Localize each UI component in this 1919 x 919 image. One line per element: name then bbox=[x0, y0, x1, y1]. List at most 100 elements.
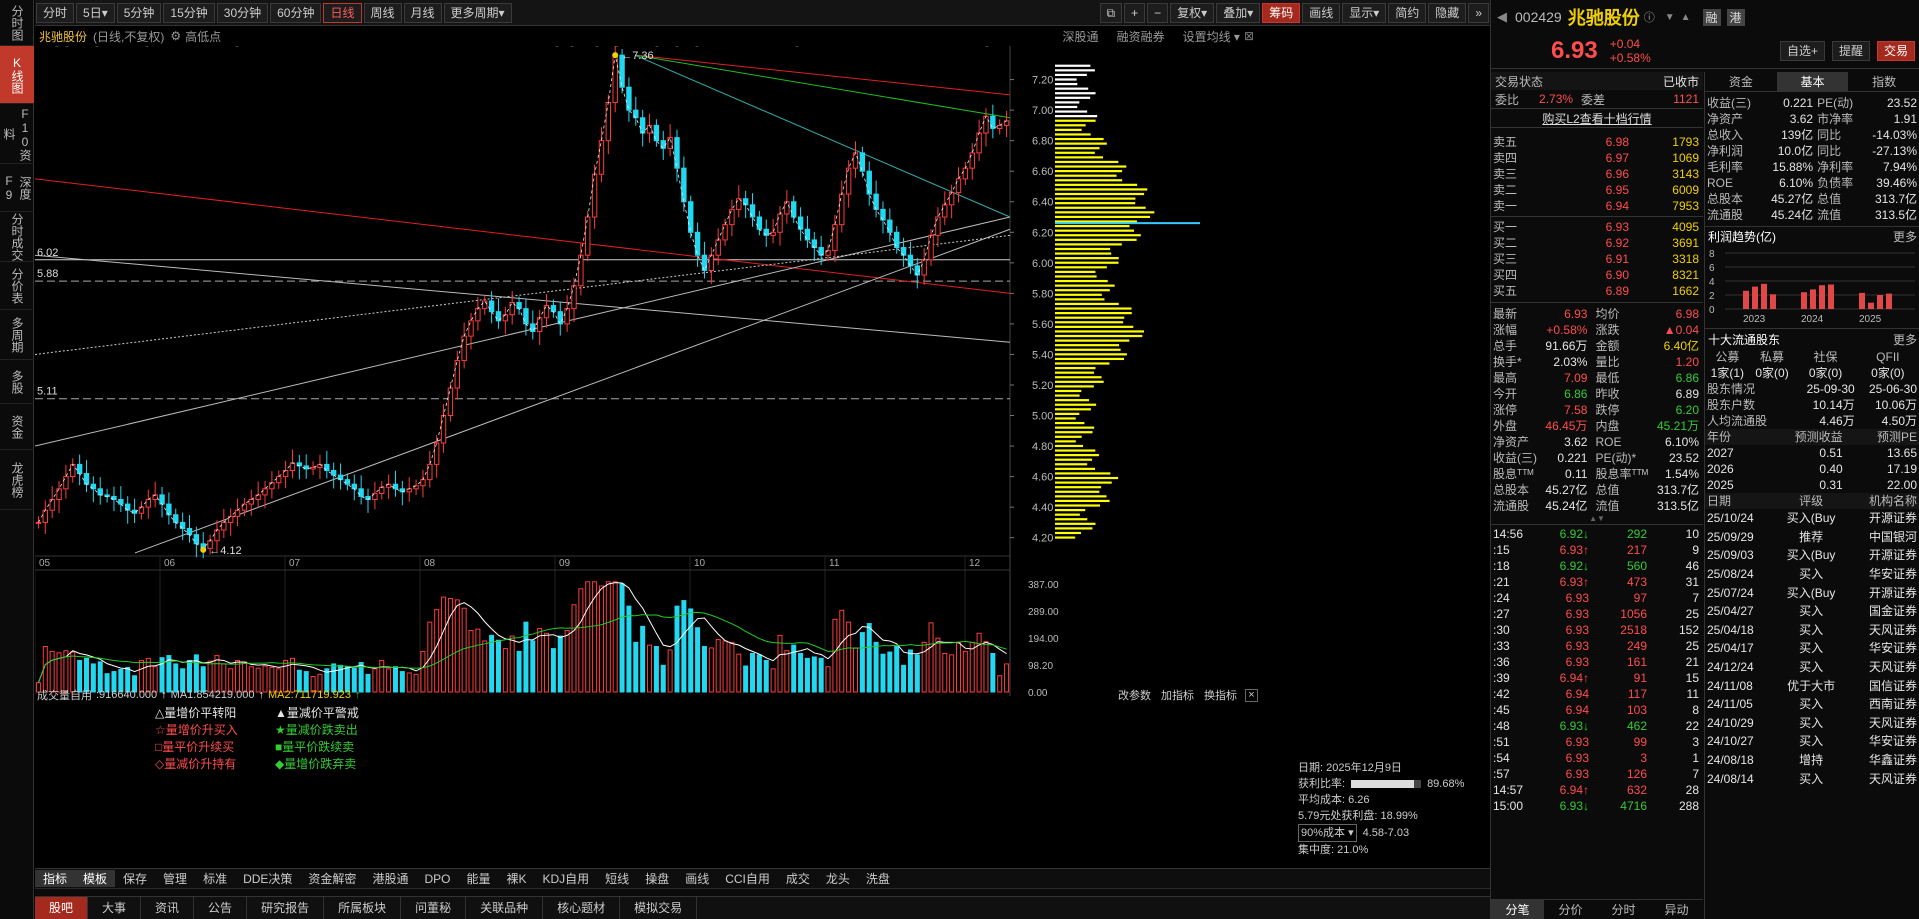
trend-line[interactable] bbox=[134, 228, 1011, 554]
asks-row[interactable]: 卖三 6.96 3143 bbox=[1491, 166, 1701, 182]
tick-tab-3[interactable]: 异动 bbox=[1650, 900, 1703, 919]
left-nav-item-8[interactable]: 资金 bbox=[0, 404, 34, 450]
tool-button-5[interactable]: 筹码 bbox=[1262, 2, 1301, 23]
rating-row[interactable]: 24/08/14 买入 天风证券 bbox=[1705, 769, 1919, 788]
asks-row[interactable]: 卖五 6.98 1793 bbox=[1491, 134, 1701, 150]
indicator-tab-13[interactable]: 操盘 bbox=[637, 870, 677, 887]
trade-button[interactable]: 交易 bbox=[1876, 41, 1915, 61]
news-tab-8[interactable]: 核心题材 bbox=[543, 896, 621, 919]
rating-row[interactable]: 25/08/24 买入 华安证券 bbox=[1705, 565, 1919, 584]
indicator-tab-17[interactable]: 龙头 bbox=[818, 870, 858, 887]
trend-line[interactable] bbox=[35, 178, 1011, 294]
indicator-tab-2[interactable]: 保存 bbox=[115, 870, 155, 887]
volume-indicator-name[interactable]: 成交量自用 bbox=[37, 687, 92, 703]
rating-row[interactable]: 25/04/18 买入 天风证券 bbox=[1705, 621, 1919, 640]
bids-row[interactable]: 买四 6.90 8321 bbox=[1491, 267, 1701, 283]
rating-row[interactable]: 24/10/27 买入 华安证券 bbox=[1705, 732, 1919, 751]
indicator-tab-3[interactable]: 管理 bbox=[155, 870, 195, 887]
rating-row[interactable]: 25/07/24 买入(Buy 开源证券 bbox=[1705, 583, 1919, 602]
period-button-0[interactable]: 分时 bbox=[36, 2, 75, 23]
tool-button-6[interactable]: 画线 bbox=[1302, 2, 1341, 23]
rating-row[interactable]: 25/09/03 买入(Buy 开源证券 bbox=[1705, 546, 1919, 565]
period-button-3[interactable]: 15分钟 bbox=[163, 2, 215, 23]
tick-tab-1[interactable]: 分价 bbox=[1544, 900, 1597, 919]
indicator-tab-0[interactable]: 指标 bbox=[35, 870, 76, 887]
indicator-tab-9[interactable]: 能量 bbox=[458, 870, 498, 887]
period-button-9[interactable]: 更多周期▾ bbox=[443, 2, 512, 23]
tool-button-7[interactable]: 显示▾ bbox=[1342, 2, 1387, 23]
bids-row[interactable]: 买五 6.89 1662 bbox=[1491, 283, 1701, 299]
rating-row[interactable]: 24/10/29 买入 天风证券 bbox=[1705, 714, 1919, 733]
collapse-left-icon[interactable]: ◀ bbox=[1497, 9, 1507, 25]
asks-row[interactable]: 卖四 6.97 1069 bbox=[1491, 150, 1701, 166]
bids-row[interactable]: 买二 6.92 3691 bbox=[1491, 235, 1701, 251]
news-tab-7[interactable]: 关联品种 bbox=[466, 896, 544, 919]
alert-button[interactable]: 提醒 bbox=[1831, 41, 1870, 61]
switch-indicator-button[interactable]: 换指标 bbox=[1204, 687, 1237, 703]
left-nav-item-6[interactable]: 多周期 bbox=[0, 310, 34, 360]
link-margin[interactable]: 融资融券 bbox=[1117, 28, 1165, 45]
rating-row[interactable]: 24/11/05 买入 西南证券 bbox=[1705, 695, 1919, 714]
trend-line[interactable] bbox=[634, 54, 1011, 96]
indicator-tab-5[interactable]: DDE决策 bbox=[235, 870, 300, 887]
period-button-2[interactable]: 5分钟 bbox=[116, 2, 162, 23]
rating-row[interactable]: 25/09/29 推荐 中国银河 bbox=[1705, 528, 1919, 547]
indicator-tab-15[interactable]: CCI自用 bbox=[717, 870, 778, 887]
next-stock-icon[interactable]: ▲ bbox=[1681, 12, 1691, 23]
news-tab-5[interactable]: 所属板块 bbox=[324, 896, 402, 919]
ma-settings[interactable]: 设置均线 ▾ bbox=[1183, 28, 1240, 45]
chart-mode[interactable]: (日线,不复权) bbox=[93, 28, 164, 45]
bids-row[interactable]: 买一 6.93 4095 bbox=[1491, 219, 1701, 235]
period-button-8[interactable]: 月线 bbox=[403, 2, 442, 23]
tool-button-2[interactable]: − bbox=[1147, 2, 1169, 23]
tool-button-10[interactable]: » bbox=[1468, 2, 1489, 23]
news-tab-0[interactable]: 股吧 bbox=[35, 896, 89, 919]
add-watchlist-button[interactable]: 自选+ bbox=[1779, 41, 1825, 61]
edit-params-button[interactable]: 改参数 bbox=[1118, 687, 1151, 703]
left-nav-item-1[interactable]: K线图 bbox=[0, 46, 34, 104]
settings-gear-icon[interactable]: ⚙ bbox=[170, 29, 181, 43]
indicator-tab-14[interactable]: 画线 bbox=[677, 870, 717, 887]
fund-tab-0[interactable]: 资金 bbox=[1705, 72, 1777, 92]
indicator-tab-1[interactable]: 模板 bbox=[75, 870, 116, 887]
indicator-tab-18[interactable]: 洗盘 bbox=[858, 870, 898, 887]
bids-row[interactable]: 买三 6.91 3318 bbox=[1491, 251, 1701, 267]
news-tab-4[interactable]: 研究报告 bbox=[247, 896, 325, 919]
indicator-tab-11[interactable]: KDJ自用 bbox=[535, 870, 598, 887]
rating-row[interactable]: 25/04/27 买入 国金证券 bbox=[1705, 602, 1919, 621]
tool-button-8[interactable]: 简约 bbox=[1388, 2, 1427, 23]
link-hk-connect[interactable]: 深股通 bbox=[1063, 28, 1099, 45]
indicator-tab-4[interactable]: 标准 bbox=[195, 870, 235, 887]
period-button-1[interactable]: 5日▾ bbox=[76, 2, 115, 23]
tool-button-9[interactable]: 隐藏 bbox=[1428, 2, 1467, 23]
left-nav-item-9[interactable]: 龙虎榜 bbox=[0, 450, 34, 510]
left-nav-item-5[interactable]: 分价表 bbox=[0, 262, 34, 310]
left-nav-item-4[interactable]: 分时成交 bbox=[0, 212, 34, 262]
rating-row[interactable]: 25/04/17 买入 华安证券 bbox=[1705, 639, 1919, 658]
tool-button-1[interactable]: + bbox=[1124, 2, 1146, 23]
news-tab-9[interactable]: 模拟交易 bbox=[620, 896, 698, 919]
news-tab-1[interactable]: 大事 bbox=[88, 896, 142, 919]
rating-row[interactable]: 24/08/18 增持 华鑫证券 bbox=[1705, 751, 1919, 770]
collapse-x-icon[interactable]: ⊠ bbox=[1244, 29, 1254, 43]
indicator-tab-8[interactable]: DPO bbox=[416, 872, 458, 886]
add-indicator-button[interactable]: 加指标 bbox=[1161, 687, 1194, 703]
holders-more-link[interactable]: 更多 bbox=[1893, 331, 1917, 348]
kline-chart[interactable]: 7.20 7.00 6.80 6.60 6.40 6.20 6.00 5.80 5.60 5.40… bbox=[35, 46, 1455, 868]
news-tab-3[interactable]: 公告 bbox=[194, 896, 248, 919]
asks-row[interactable]: 卖一 6.94 7953 bbox=[1491, 198, 1701, 214]
news-tab-2[interactable]: 资讯 bbox=[141, 896, 195, 919]
news-tab-6[interactable]: 问董秘 bbox=[401, 896, 467, 919]
tick-tab-2[interactable]: 分时 bbox=[1597, 900, 1650, 919]
trend-line[interactable] bbox=[634, 54, 1011, 119]
tick-tab-0[interactable]: 分笔 bbox=[1491, 899, 1544, 919]
fund-tab-2[interactable]: 指数 bbox=[1848, 72, 1919, 92]
info-icon[interactable]: ⓘ bbox=[1644, 9, 1655, 25]
asks-row[interactable]: 卖二 6.95 6009 bbox=[1491, 182, 1701, 198]
fund-tab-1[interactable]: 基本 bbox=[1776, 71, 1849, 92]
h-scrollbar[interactable] bbox=[35, 888, 1490, 896]
period-button-5[interactable]: 60分钟 bbox=[270, 2, 322, 23]
highlow-toggle[interactable]: 高低点 bbox=[185, 28, 221, 45]
tool-button-4[interactable]: 叠加▾ bbox=[1216, 2, 1261, 23]
left-nav-item-0[interactable]: 分时图 bbox=[0, 0, 34, 46]
